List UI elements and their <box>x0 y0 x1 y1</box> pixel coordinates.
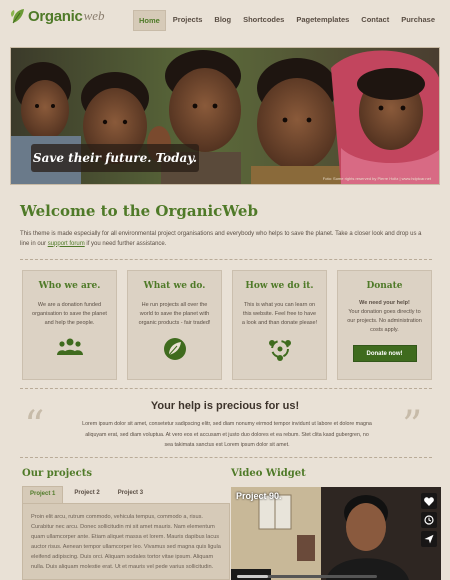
box-title: How we do it. <box>245 281 314 291</box>
watch-later-button[interactable] <box>421 512 437 528</box>
hero-slogan: Save their future. Today. <box>31 144 199 172</box>
video-widget-title: Video Widget <box>231 468 306 479</box>
projects-title: Our projects <box>22 468 92 479</box>
box-text: We are a donation funded organisation to… <box>32 302 107 326</box>
nav-shortcodes[interactable]: Shortcodes <box>238 10 289 31</box>
box-title: What we do. <box>143 281 206 291</box>
site-header: Organic web Home Projects Blog Shortcode… <box>10 0 440 42</box>
support-forum-link[interactable]: support forum <box>48 241 85 247</box>
video-progress-bar[interactable] <box>237 575 377 578</box>
recycle-icon <box>268 340 291 361</box>
help-title: Your help is precious for us! <box>150 400 300 412</box>
tab-project-3[interactable]: Project 3 <box>111 486 150 504</box>
nav-contact[interactable]: Contact <box>356 10 394 31</box>
logo-sub-text: web <box>83 8 105 23</box>
welcome-text-after: if you need further assistance. <box>84 240 167 247</box>
heart-icon <box>424 496 434 506</box>
donate-headline: We need your help! <box>359 300 410 306</box>
box-how-we-do-it: How we do it. This is what you can learn… <box>232 270 327 380</box>
page: Organic web Home Projects Blog Shortcode… <box>10 0 441 580</box>
nav-purchase[interactable]: Purchase <box>396 10 440 31</box>
share-button[interactable] <box>421 531 437 547</box>
divider <box>20 388 432 389</box>
welcome-text: This theme is made especially for all en… <box>20 230 432 249</box>
box-text: This is what you can learn on this websi… <box>241 302 318 326</box>
tab-project-1[interactable]: Project 1 <box>22 486 64 504</box>
divider <box>20 457 432 458</box>
box-donate: Donate We need your help! Your donation … <box>337 270 432 380</box>
donate-text: Your donation goes directly to our proje… <box>347 309 422 333</box>
welcome-title: Welcome to the OrganicWeb <box>20 202 258 220</box>
clock-icon <box>424 515 434 525</box>
tab-project-2[interactable]: Project 2 <box>67 486 106 504</box>
box-text: We need your help! Your donation goes di… <box>346 299 423 335</box>
people-icon <box>56 338 83 355</box>
logo-main-text: Organic <box>28 7 83 25</box>
box-title: Who we are. <box>38 281 101 291</box>
divider <box>20 259 432 260</box>
video-player[interactable]: Project 90. <box>231 487 441 580</box>
box-what-we-do: What we do. He run projects all over the… <box>127 270 222 380</box>
donate-button[interactable]: Donate now! <box>352 345 417 362</box>
site-logo[interactable]: Organic web <box>10 6 105 26</box>
feature-boxes: Who we are. We are a donation funded org… <box>22 270 432 380</box>
video-title: Project 90. <box>236 491 282 501</box>
photo-credit: Foto: Some rights reserved by Pierre Hol… <box>322 176 431 181</box>
leaf-icon <box>163 338 186 360</box>
box-who-we-are: Who we are. We are a donation funded org… <box>22 270 117 380</box>
nav-pagetemplates[interactable]: Pagetemplates <box>291 10 354 31</box>
main-nav: Home Projects Blog Shortcodes Pagetempla… <box>132 10 440 31</box>
project-tabs: Project 1 Project 2 Project 3 <box>22 486 230 504</box>
open-quote-icon: “ <box>24 403 45 449</box>
leaf-logo-icon <box>10 9 24 24</box>
project-tab-content: Proin elit arcu, rutrum commodo, vehicul… <box>22 503 230 580</box>
close-quote-icon: ” <box>402 403 423 449</box>
help-text: Lorem ipsum dolor sit amet, consetetur s… <box>82 421 372 448</box>
video-side-controls <box>421 493 437 547</box>
nav-blog[interactable]: Blog <box>209 10 236 31</box>
box-text: He run projects all over the world to sa… <box>138 302 211 326</box>
hero-banner: Save their future. Today. Foto: Some rig… <box>10 47 440 185</box>
send-icon <box>424 534 434 544</box>
nav-projects[interactable]: Projects <box>168 10 208 31</box>
nav-home[interactable]: Home <box>132 10 166 31</box>
like-button[interactable] <box>421 493 437 509</box>
video-progress-fill <box>237 575 268 578</box>
box-title: Donate <box>366 281 403 291</box>
